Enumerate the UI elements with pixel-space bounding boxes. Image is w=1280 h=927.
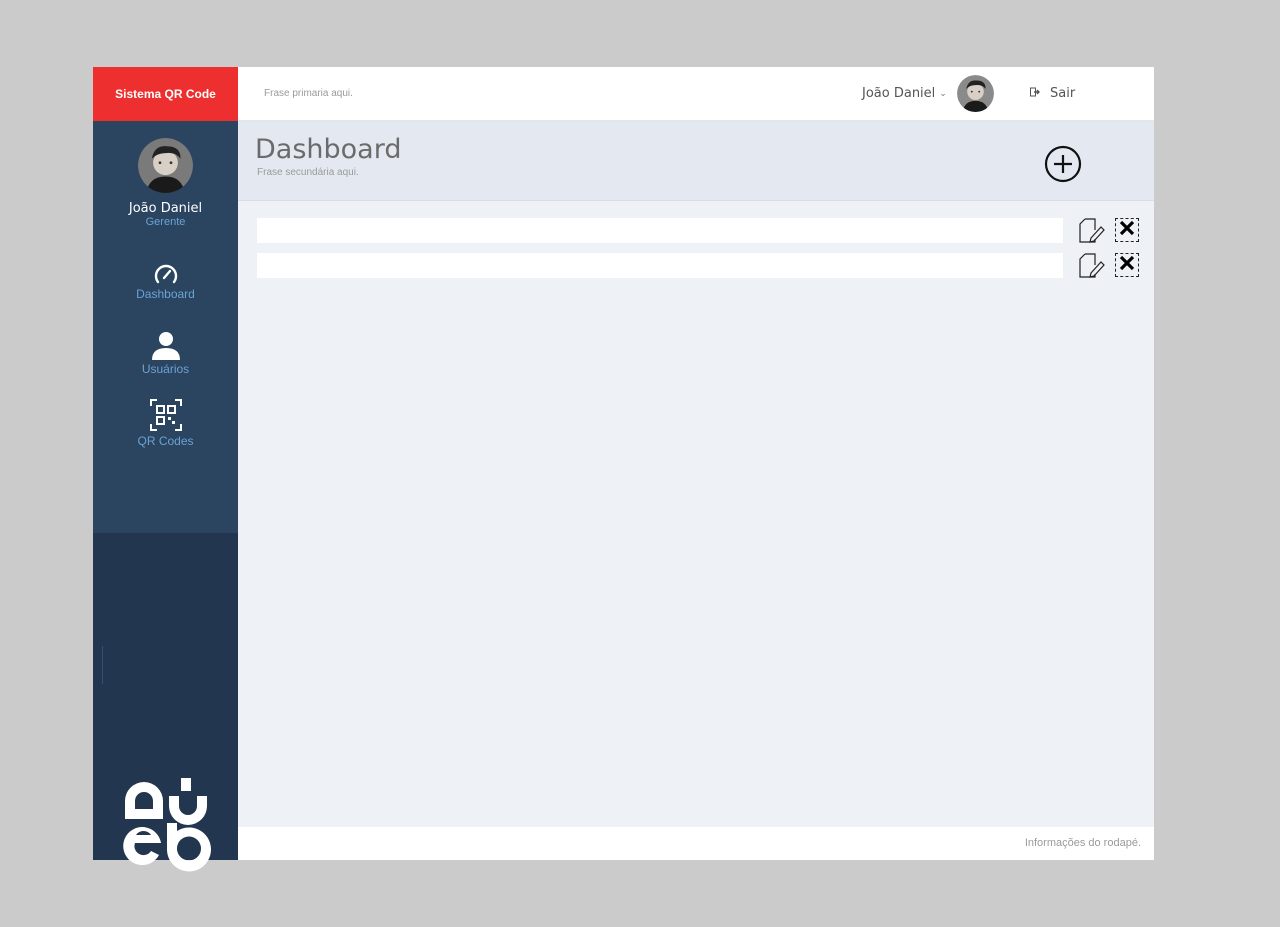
logout-label: Sair	[1050, 86, 1076, 101]
user-icon	[93, 330, 238, 360]
page-subtitle: Frase secundária aqui.	[257, 167, 359, 178]
sidebar: João Daniel Gerente Dashboard Usuários Q…	[93, 121, 238, 872]
sidebar-item-usuarios[interactable]: Usuários	[93, 330, 238, 376]
sidebar-divider	[102, 646, 103, 684]
topbar: Frase primaria aqui. João Daniel ⌄ Sair	[238, 67, 1154, 121]
delete-button[interactable]	[1115, 218, 1139, 242]
speedometer-icon	[93, 263, 238, 285]
company-logo	[115, 771, 215, 881]
sidebar-avatar[interactable]	[138, 138, 193, 193]
logout-button[interactable]: Sair	[1030, 86, 1075, 101]
sidebar-menu-panel: João Daniel Gerente Dashboard Usuários Q…	[93, 121, 238, 533]
edit-document-icon	[1079, 253, 1105, 282]
chevron-down-icon: ⌄	[939, 88, 947, 98]
close-icon	[1119, 255, 1135, 276]
edit-button[interactable]	[1079, 218, 1105, 248]
sidebar-item-dashboard[interactable]: Dashboard	[93, 263, 238, 301]
edit-button[interactable]	[1079, 253, 1105, 283]
sidebar-item-qr-codes[interactable]: QR Codes	[93, 398, 238, 448]
list-item-field[interactable]	[257, 218, 1063, 243]
plus-circle-icon	[1044, 145, 1082, 187]
avatar[interactable]	[956, 75, 994, 112]
close-icon	[1119, 220, 1135, 241]
add-button[interactable]	[1044, 145, 1082, 183]
qr-code-icon	[93, 398, 238, 432]
sidebar-item-label: Usuários	[141, 362, 190, 376]
user-menu[interactable]: João Daniel ⌄	[862, 75, 994, 112]
footer-text: Informações do rodapé.	[1024, 837, 1141, 849]
delete-button[interactable]	[1115, 253, 1139, 277]
sidebar-item-label: QR Codes	[137, 434, 194, 448]
primary-phrase: Frase primaria aqui.	[264, 88, 353, 99]
list-item-field[interactable]	[257, 253, 1063, 278]
page-title: Dashboard	[255, 134, 402, 165]
app-window: Sistema QR Code Frase primaria aqui. Joã…	[93, 67, 1154, 872]
brand-title[interactable]: Sistema QR Code	[93, 67, 238, 121]
page-header: Dashboard Frase secundária aqui.	[238, 121, 1154, 201]
sidebar-user-role: Gerente	[145, 216, 186, 228]
sidebar-user-name: João Daniel	[128, 201, 203, 216]
logout-icon	[1030, 86, 1040, 101]
footer: Informações do rodapé.	[238, 827, 1154, 860]
sidebar-item-label: Dashboard	[136, 287, 195, 301]
user-name: João Daniel	[862, 86, 936, 101]
edit-document-icon	[1079, 218, 1105, 247]
